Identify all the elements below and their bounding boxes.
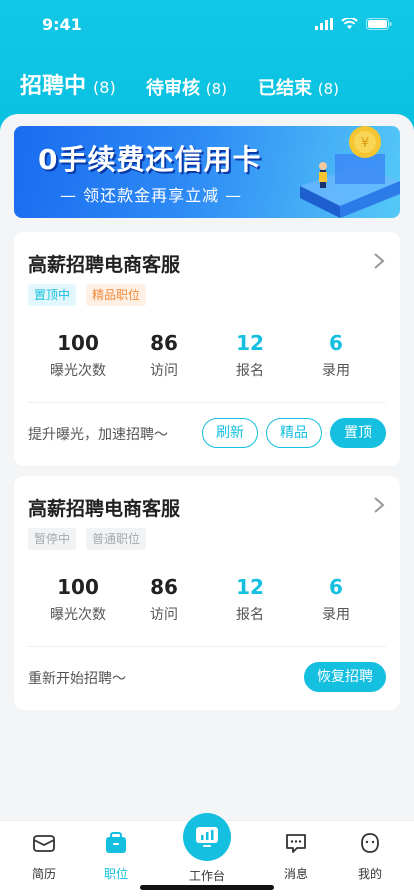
tabbar-label: 工作台	[188, 869, 225, 883]
tab-ended[interactable]: 已结束 (8)	[258, 74, 339, 100]
stat-label: 访问	[150, 607, 178, 623]
tab-label: 招聘中	[20, 74, 87, 99]
card-footer-text: 重新开始招聘～	[28, 671, 126, 687]
stat-label: 曝光次数	[50, 607, 106, 623]
tabbar-label: 简历	[31, 867, 56, 881]
stat-label: 录用	[322, 363, 350, 379]
stat-value: 6	[329, 331, 343, 355]
chevron-right-icon[interactable]	[372, 252, 386, 270]
stat-value: 12	[236, 331, 264, 355]
tab-count: (8)	[317, 80, 339, 98]
job-title: 高薪招聘电商客服	[28, 498, 181, 520]
stat-label: 曝光次数	[50, 363, 106, 379]
tab-pending-review[interactable]: 待审核 (8)	[146, 74, 227, 100]
stat-label: 录用	[322, 607, 350, 623]
stat-value: 6	[329, 575, 343, 599]
stat-applications: 12 报名	[210, 330, 290, 380]
stat-value: 86	[150, 331, 178, 355]
workbench-button[interactable]	[183, 813, 231, 861]
stat-value: 86	[150, 575, 178, 599]
refresh-button[interactable]: 刷新	[202, 418, 258, 448]
stat-applications: 12 报名	[210, 574, 290, 624]
stat-hired: 6 录用	[296, 330, 376, 380]
tabbar-item-workbench[interactable]: 工作台	[182, 813, 232, 884]
tab-recruiting[interactable]: 招聘中 (8)	[20, 68, 116, 100]
tabbar-item-resume[interactable]: 简历	[14, 831, 74, 882]
stat-visits: 86 访问	[124, 330, 204, 380]
stat-value: 100	[57, 575, 99, 599]
status-badge: 暂停中	[28, 528, 77, 550]
home-indicator	[140, 885, 274, 890]
tabbar-label: 职位	[103, 867, 128, 881]
resume-recruiting-button[interactable]: 恢复招聘	[304, 662, 386, 692]
stat-label: 报名	[236, 607, 264, 623]
status-tabs: 招聘中 (8) 待审核 (8) 已结束 (8)	[0, 62, 414, 106]
stat-label: 报名	[236, 363, 264, 379]
svg-text:¥: ¥	[361, 136, 369, 151]
dashboard-icon	[196, 827, 218, 847]
stat-exposure: 100 曝光次数	[38, 574, 118, 624]
divider	[28, 646, 386, 647]
status-bar: 9:41	[0, 0, 414, 50]
status-icons	[315, 18, 392, 30]
briefcase-icon	[106, 832, 126, 853]
message-icon	[286, 834, 306, 853]
promo-banner[interactable]: 0手续费还信用卡 — 领还款金再享立减 — ¥	[14, 126, 400, 218]
chevron-right-icon[interactable]	[372, 496, 386, 514]
battery-icon	[366, 18, 392, 30]
resume-icon	[33, 835, 55, 852]
stat-value: 100	[57, 331, 99, 355]
stat-visits: 86 访问	[124, 574, 204, 624]
banner-illustration: ¥	[300, 126, 400, 218]
tab-label: 已结束	[258, 78, 312, 99]
divider	[28, 402, 386, 403]
job-card[interactable]: 高薪招聘电商客服 暂停中 普通职位 100 曝光次数 86 访问 12 报名 6…	[14, 476, 400, 710]
tabbar-label: 我的	[357, 867, 382, 881]
wifi-icon	[341, 18, 358, 29]
bottom-tab-bar: 简历 职位 工作台 消息 我的	[0, 813, 414, 896]
pin-top-button[interactable]: 置顶	[330, 418, 386, 448]
job-type-badge: 精品职位	[86, 284, 147, 306]
status-badge: 置顶中	[28, 284, 77, 306]
job-title: 高薪招聘电商客服	[28, 254, 181, 276]
stat-label: 访问	[150, 363, 178, 379]
main-content: 0手续费还信用卡 — 领还款金再享立减 — ¥ 高薪招聘电商客服 置顶中 精品职…	[0, 114, 414, 820]
profile-icon	[361, 833, 379, 853]
tab-label: 待审核	[146, 78, 200, 99]
banner-subtitle: — 领还款金再享立减 —	[60, 186, 243, 205]
stat-exposure: 100 曝光次数	[38, 330, 118, 380]
status-time: 9:41	[42, 15, 82, 34]
premium-button[interactable]: 精品	[266, 418, 322, 448]
tabbar-label: 消息	[283, 867, 308, 881]
tab-count: (8)	[205, 80, 227, 98]
tabbar-item-messages[interactable]: 消息	[266, 831, 326, 882]
stat-value: 12	[236, 575, 264, 599]
tab-count: (8)	[93, 78, 116, 97]
job-card[interactable]: 高薪招聘电商客服 置顶中 精品职位 100 曝光次数 86 访问 12 报名 6…	[14, 232, 400, 466]
tabbar-item-jobs[interactable]: 职位	[86, 831, 146, 882]
signal-icon	[315, 18, 333, 30]
job-type-badge: 普通职位	[86, 528, 147, 550]
card-footer-text: 提升曝光，加速招聘～	[28, 427, 168, 443]
stat-hired: 6 录用	[296, 574, 376, 624]
tabbar-item-profile[interactable]: 我的	[340, 831, 400, 882]
banner-title: 0手续费还信用卡	[38, 143, 262, 176]
